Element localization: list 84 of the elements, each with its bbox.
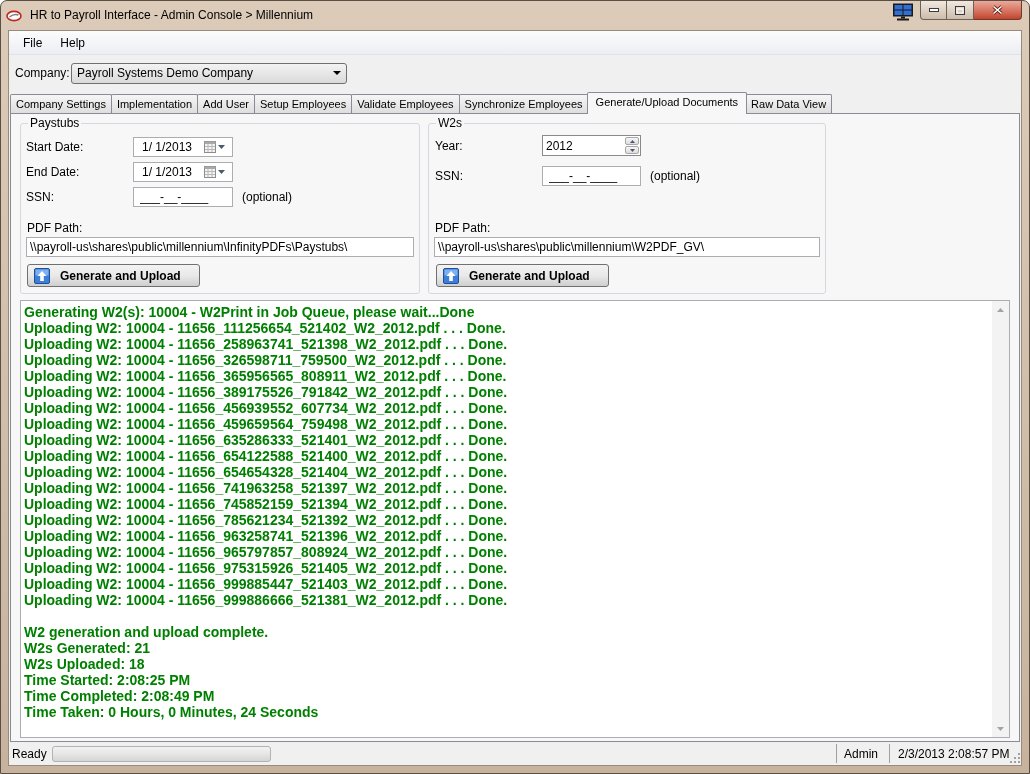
tab[interactable]: Synchronize Employees (458, 94, 589, 113)
status-user: Admin (836, 744, 889, 763)
date-picker[interactable]: 1/ 1/2013 (133, 137, 233, 157)
field-label: Start Date: (26, 140, 85, 154)
app-logo-icon (6, 10, 22, 22)
path-label: PDF Path: (434, 221, 492, 235)
tab[interactable]: Implementation (110, 94, 199, 113)
log-line: Uploading W2: 10004 - 11656_459659564_759498_W2_2012.pdf . . . Done. (24, 416, 508, 432)
log-line: W2s Uploaded: 18 (24, 656, 145, 672)
close-icon (992, 5, 1003, 15)
optional-note: (optional) (650, 169, 701, 183)
scroll-up-arrow-icon (997, 307, 1004, 312)
log-line: Uploading W2: 10004 - 11656_389175526_791842_W2_2012.pdf . . . Done. (24, 384, 508, 400)
log-line: Uploading W2: 10004 - 11656_999885447_521403_W2_2012.pdf . . . Done. (24, 576, 508, 592)
log-line: Uploading W2: 10004 - 11656_326598711_759500_W2_2012.pdf . . . Done. (24, 352, 507, 368)
spin-up-button[interactable] (625, 137, 639, 145)
resize-grip-icon (1010, 753, 1020, 763)
field-label: SSN: (435, 169, 464, 183)
maximize-icon (955, 5, 965, 15)
log-line: W2s Generated: 21 (24, 640, 151, 656)
log-line: Time Completed: 2:08:49 PM (24, 688, 215, 704)
generate-upload-button[interactable]: Generate and Upload (27, 264, 200, 287)
log-line: Time Taken: 0 Hours, 0 Minutes, 24 Seconds (24, 704, 319, 720)
log-line: Uploading W2: 10004 - 11656_999886666_521381_W2_2012.pdf . . . Done. (24, 592, 508, 608)
status-text: Ready (12, 746, 47, 761)
close-button[interactable] (974, 1, 1022, 20)
field-label: Year: (435, 138, 464, 153)
path-label: PDF Path: (26, 221, 84, 235)
calendar-icon (204, 141, 216, 153)
path-field[interactable]: \\payroll-us\shares\public\millennium\InfinityPDFs\Paystubs\ (26, 237, 414, 257)
caret-icon (333, 71, 341, 75)
company-label: Company: (15, 66, 71, 80)
tab[interactable]: Company Settings (10, 94, 112, 113)
log-line: W2 generation and upload complete. (24, 624, 269, 640)
log-line: Uploading W2: 10004 - 11656_258963741_521398_W2_2012.pdf . . . Done. (24, 336, 508, 352)
tab[interactable]: Setup Employees (253, 94, 353, 113)
group-title: W2s (436, 116, 464, 130)
monitor-icon (892, 3, 914, 21)
down-arrow-icon (629, 148, 635, 152)
log-line: Generating W2(s): 10004 - W2Print in Job Queue, please wait...Done (24, 304, 475, 320)
log-line: Uploading W2: 10004 - 11656_745852159_521394_W2_2012.pdf . . . Done. (24, 496, 508, 512)
caret-icon (218, 145, 225, 149)
calendar-icon (204, 166, 216, 178)
log-line: Uploading W2: 10004 - 11656_785621234_521392_W2_2012.pdf . . . Done. (24, 512, 508, 528)
up-arrow-icon (443, 267, 459, 284)
log-line: Uploading W2: 10004 - 11656_654122588_521400_W2_2012.pdf . . . Done. (24, 448, 508, 464)
menu-item[interactable]: Help (52, 32, 94, 53)
log-line: Uploading W2: 10004 - 11656_975315926_521405_W2_2012.pdf . . . Done. (24, 560, 508, 576)
log-line: Uploading W2: 10004 - 11656_456939552_607734_W2_2012.pdf . . . Done. (24, 400, 508, 416)
log-line: Uploading W2: 10004 - 11656_965797857_808924_W2_2012.pdf . . . Done. (24, 544, 508, 560)
path-field[interactable]: \\payroll-us\shares\public\millennium\W2PDF_GV\ (434, 237, 820, 257)
log-line: Uploading W2: 10004 - 11656_365956565_808911_W2_2012.pdf . . . Done. (24, 368, 507, 384)
tab[interactable]: Validate Employees (351, 94, 460, 113)
up-arrow-icon (629, 139, 635, 143)
ssn-field[interactable]: ___-__-____ (133, 187, 233, 207)
menu-item[interactable]: File (15, 32, 51, 53)
vertical-scrollbar[interactable] (992, 301, 1009, 737)
ssn-field[interactable]: ___-__-____ (542, 166, 641, 186)
log-line: Time Started: 2:08:25 PM (24, 672, 191, 688)
scroll-down-arrow-icon (997, 726, 1004, 731)
up-arrow-icon (34, 267, 50, 284)
maximize-button[interactable] (947, 1, 974, 20)
company-dropdown[interactable]: Payroll Systems Demo Company (71, 62, 347, 84)
year-spinner[interactable]: 2012 (542, 135, 641, 156)
tab[interactable]: Add User (197, 94, 255, 113)
log-line: Uploading W2: 10004 - 11656_963258741_521396_W2_2012.pdf . . . Done. (24, 528, 508, 544)
log-line: Uploading W2: 10004 - 11656_654654328_521404_W2_2012.pdf . . . Done. (24, 464, 508, 480)
log-line: Uploading W2: 10004 - 11656_635286333_521401_W2_2012.pdf . . . Done. (24, 432, 508, 448)
caret-icon (218, 170, 225, 174)
minimize-button[interactable] (920, 1, 947, 20)
log-line: Uploading W2: 10004 - 11656_111256654_521402_W2_2012.pdf . . . Done. (24, 320, 506, 336)
date-picker[interactable]: 1/ 1/2013 (133, 162, 233, 182)
minimize-icon (928, 8, 939, 12)
tab[interactable]: Generate/Upload Documents (586, 92, 748, 114)
group-title: Paystubs (28, 116, 82, 130)
spin-down-button[interactable] (625, 146, 639, 154)
optional-note: (optional) (242, 190, 293, 204)
tab[interactable]: Raw Data View (745, 94, 833, 113)
window-title: HR to Payroll Interface - Admin Console > Millennium (30, 8, 314, 23)
log-line: Uploading W2: 10004 - 11656_741963258_521397_W2_2012.pdf . . . Done. (24, 480, 508, 496)
status-datetime: 2/3/2013 2:08:57 PM (889, 744, 1010, 763)
field-label: SSN: (26, 190, 55, 204)
field-label: End Date: (26, 165, 81, 179)
generate-upload-button[interactable]: Generate and Upload (436, 264, 609, 287)
